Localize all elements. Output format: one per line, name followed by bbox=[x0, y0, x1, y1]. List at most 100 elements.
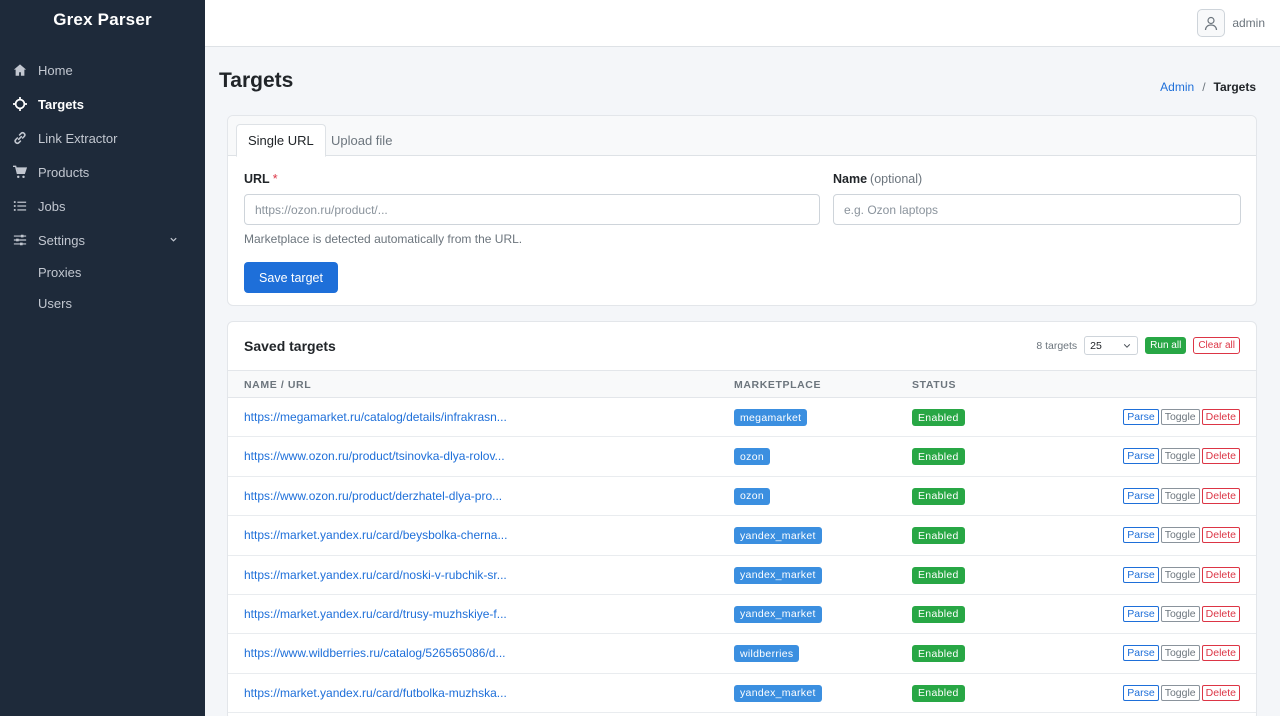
url-input[interactable] bbox=[244, 194, 820, 225]
run-all-button[interactable]: Run all bbox=[1145, 337, 1187, 354]
target-url-link[interactable]: https://megamarket.ru/catalog/details/in… bbox=[244, 410, 507, 424]
sidebar-subitem-users[interactable]: Users bbox=[0, 288, 205, 319]
column-header-name-url: NAME / URL bbox=[244, 379, 312, 391]
row-actions: Parse Toggle Delete bbox=[1123, 605, 1240, 622]
name-label: Name (optional) bbox=[833, 172, 922, 186]
page-size-select[interactable]: 25 bbox=[1084, 336, 1139, 355]
sliders-icon bbox=[13, 233, 27, 247]
delete-button[interactable]: Delete bbox=[1201, 605, 1240, 622]
toggle-button[interactable]: Toggle bbox=[1160, 605, 1200, 622]
marketplace-badge: yandex_market bbox=[734, 684, 822, 702]
user-menu[interactable]: admin bbox=[1197, 9, 1265, 37]
clear-all-button[interactable]: Clear all bbox=[1193, 337, 1240, 354]
status-badge: Enabled bbox=[912, 448, 965, 466]
delete-button[interactable]: Delete bbox=[1201, 527, 1240, 544]
toggle-button[interactable]: Toggle bbox=[1160, 645, 1200, 662]
link-icon bbox=[13, 131, 27, 145]
sidebar-item-home[interactable]: Home bbox=[0, 53, 205, 87]
marketplace-badge: ozon bbox=[734, 487, 770, 505]
parse-button[interactable]: Parse bbox=[1123, 487, 1159, 504]
targets-count: 8 targets bbox=[1036, 339, 1078, 352]
save-target-button[interactable]: Save target bbox=[244, 262, 338, 293]
target-url-link[interactable]: https://market.yandex.ru/card/futbolka-m… bbox=[244, 686, 507, 700]
sidebar-subitem-proxies[interactable]: Proxies bbox=[0, 257, 205, 288]
target-url-link[interactable]: https://market.yandex.ru/card/trusy-muzh… bbox=[244, 607, 507, 621]
optional-marker: (optional) bbox=[870, 172, 923, 186]
sidebar-nav: Home Targets Link Extractor Products Job… bbox=[0, 53, 205, 319]
breadcrumb-current: Targets bbox=[1213, 80, 1256, 94]
row-actions: Parse Toggle Delete bbox=[1123, 527, 1240, 544]
saved-targets-card: Saved targets 8 targets 25 Run all Clear… bbox=[227, 321, 1257, 716]
parse-button[interactable]: Parse bbox=[1123, 409, 1159, 425]
toggle-button[interactable]: Toggle bbox=[1160, 409, 1200, 425]
delete-button[interactable]: Delete bbox=[1201, 448, 1240, 465]
table-row: https://market.yandex.ru/card/beysbolka-… bbox=[228, 516, 1256, 556]
sidebar-item-settings[interactable]: Settings bbox=[0, 223, 205, 257]
status-badge: Enabled bbox=[912, 527, 965, 545]
row-actions: Parse Toggle Delete bbox=[1123, 448, 1240, 465]
sidebar-item-label: Targets bbox=[38, 96, 84, 112]
delete-button[interactable]: Delete bbox=[1201, 487, 1240, 504]
table-header: NAME / URL MARKETPLACE STATUS bbox=[228, 370, 1256, 398]
marketplace-badge: megamarket bbox=[734, 409, 808, 426]
toggle-button[interactable]: Toggle bbox=[1160, 566, 1200, 583]
list-tools: 8 targets 25 Run all Clear all bbox=[1036, 336, 1240, 355]
saved-targets-header: Saved targets 8 targets 25 Run all Clear… bbox=[228, 322, 1256, 370]
marketplace-badge: wildberries bbox=[734, 645, 800, 663]
user-icon bbox=[1205, 16, 1218, 31]
parse-button[interactable]: Parse bbox=[1123, 645, 1159, 662]
sidebar-item-jobs[interactable]: Jobs bbox=[0, 189, 205, 223]
chevron-down-icon bbox=[170, 237, 177, 242]
target-url-link[interactable]: https://market.yandex.ru/card/beysbolka-… bbox=[244, 528, 507, 542]
sidebar-item-label: Products bbox=[38, 164, 90, 180]
status-badge: Enabled bbox=[912, 409, 965, 426]
form-tabs: Single URL Upload file bbox=[228, 116, 1256, 157]
table-row: https://megamarket.ru/catalog/details/in… bbox=[228, 398, 1256, 438]
table-row: https://market.yandex.ru/card/futbolka-m… bbox=[228, 674, 1256, 714]
target-url-link[interactable]: https://www.ozon.ru/product/tsinovka-dly… bbox=[244, 449, 505, 463]
breadcrumb-admin-link[interactable]: Admin bbox=[1160, 80, 1194, 94]
page-size-value: 25 bbox=[1090, 339, 1102, 352]
status-badge: Enabled bbox=[912, 645, 965, 663]
brand-title[interactable]: Grex Parser bbox=[0, 0, 205, 40]
delete-button[interactable]: Delete bbox=[1201, 645, 1240, 662]
sidebar-subitem-label: Users bbox=[38, 296, 72, 311]
status-badge: Enabled bbox=[912, 605, 965, 623]
status-badge: Enabled bbox=[912, 487, 965, 505]
row-actions: Parse Toggle Delete bbox=[1123, 645, 1240, 662]
table-row: https://www.wildberries.ru/catalog/52656… bbox=[228, 634, 1256, 674]
tab-upload-file[interactable]: Upload file bbox=[320, 124, 403, 157]
parse-button[interactable]: Parse bbox=[1123, 527, 1159, 544]
delete-button[interactable]: Delete bbox=[1201, 409, 1240, 425]
name-input[interactable] bbox=[833, 194, 1241, 225]
add-target-card: Single URL Upload file URL* Name(optiona… bbox=[227, 115, 1257, 306]
parse-button[interactable]: Parse bbox=[1123, 566, 1159, 583]
delete-button[interactable]: Delete bbox=[1201, 684, 1240, 701]
tab-single-url[interactable]: Single URL bbox=[236, 124, 326, 157]
sidebar-item-products[interactable]: Products bbox=[0, 155, 205, 189]
sidebar-item-link-extractor[interactable]: Link Extractor bbox=[0, 121, 205, 155]
url-label: URL * bbox=[244, 172, 278, 186]
row-actions: Parse Toggle Delete bbox=[1123, 487, 1240, 504]
marketplace-badge: yandex_market bbox=[734, 527, 822, 545]
sidebar-item-targets[interactable]: Targets bbox=[0, 87, 205, 121]
delete-button[interactable]: Delete bbox=[1201, 566, 1240, 583]
crosshair-icon bbox=[13, 97, 27, 111]
toggle-button[interactable]: Toggle bbox=[1160, 487, 1200, 504]
toggle-button[interactable]: Toggle bbox=[1160, 527, 1200, 544]
target-url-link[interactable]: https://www.wildberries.ru/catalog/52656… bbox=[244, 646, 505, 660]
parse-button[interactable]: Parse bbox=[1123, 605, 1159, 622]
url-hint: Marketplace is detected automatically fr… bbox=[244, 232, 523, 246]
parse-button[interactable]: Parse bbox=[1123, 684, 1159, 701]
parse-button[interactable]: Parse bbox=[1123, 448, 1159, 465]
list-icon bbox=[13, 199, 27, 213]
sidebar-subitem-label: Proxies bbox=[38, 265, 82, 280]
toggle-button[interactable]: Toggle bbox=[1160, 684, 1200, 701]
target-url-link[interactable]: https://market.yandex.ru/card/noski-v-ru… bbox=[244, 568, 507, 582]
target-url-link[interactable]: https://www.ozon.ru/product/derzhatel-dl… bbox=[244, 489, 502, 503]
toggle-button[interactable]: Toggle bbox=[1160, 448, 1200, 465]
marketplace-badge: yandex_market bbox=[734, 566, 822, 584]
table-row: https://www.ozon.ru/product/tsinovka-dly… bbox=[228, 437, 1256, 477]
page-title: Targets bbox=[219, 69, 294, 92]
saved-targets-title: Saved targets bbox=[244, 338, 336, 354]
